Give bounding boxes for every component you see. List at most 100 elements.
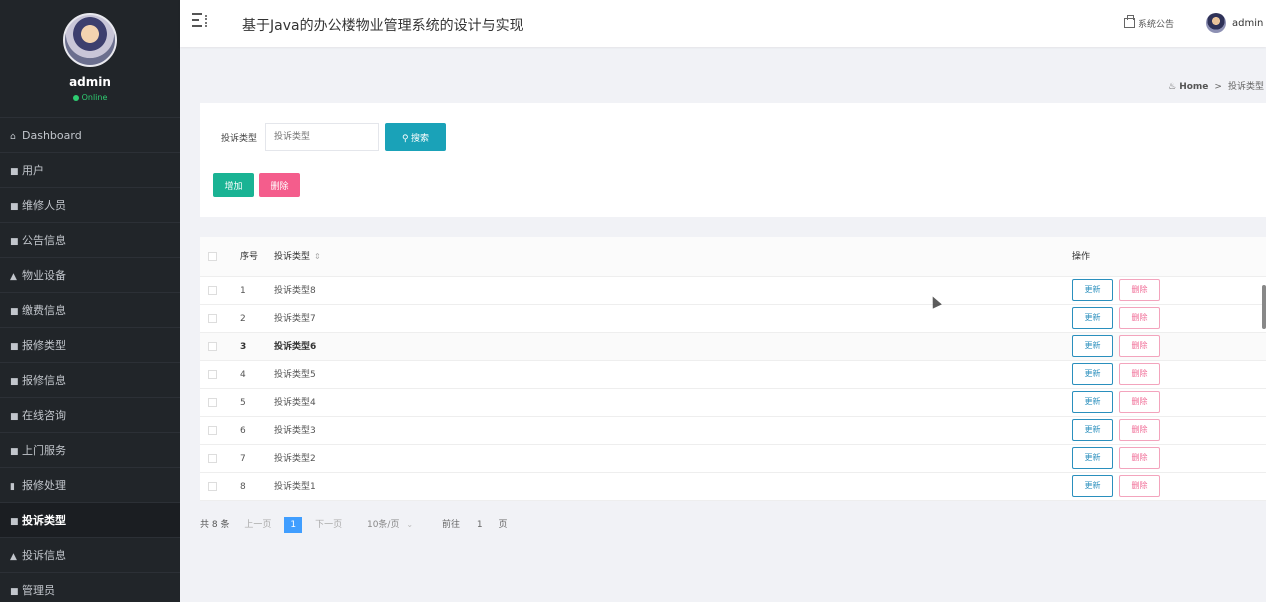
- row-name: 投诉类型3: [274, 426, 316, 436]
- system-notice-link[interactable]: 系统公告: [1124, 15, 1174, 30]
- sidebar-item-12[interactable]: ▲ 投诉信息: [0, 537, 180, 572]
- sidebar-item-1[interactable]: ■ 用户: [0, 152, 180, 187]
- sidebar-item-10[interactable]: ▮ 报修处理: [0, 467, 180, 502]
- table-row[interactable]: 1 投诉类型8 更新 删除: [200, 277, 1266, 305]
- table-row[interactable]: 4 投诉类型5 更新 删除: [200, 361, 1266, 389]
- sidebar-item-4[interactable]: ▲ 物业设备: [0, 257, 180, 292]
- table-row[interactable]: 5 投诉类型4 更新 删除: [200, 389, 1266, 417]
- row-checkbox[interactable]: [208, 341, 217, 351]
- update-button[interactable]: 更新: [1072, 391, 1113, 413]
- sidebar-item-label: 物业设备: [22, 269, 66, 282]
- sidebar-item-icon: ■: [10, 307, 19, 317]
- sidebar-item-icon: ■: [10, 237, 19, 247]
- update-button[interactable]: 更新: [1072, 307, 1113, 329]
- delete-button[interactable]: 删除: [1119, 447, 1160, 469]
- table-body: 1 投诉类型8 更新 删除 2 投诉类型7 更新 删除 3 投诉类型6 更新 删除 4 投诉类型5 更新 删除…: [200, 277, 1266, 501]
- top-header: 基于Java的办公楼物业管理系统的设计与实现 系统公告 admin: [180, 0, 1266, 47]
- row-name: 投诉类型7: [274, 314, 316, 324]
- select-all-checkbox[interactable]: [208, 251, 217, 261]
- delete-button[interactable]: 删除: [1119, 475, 1160, 497]
- search-label: 投诉类型: [221, 134, 258, 144]
- delete-button[interactable]: 删除: [1119, 363, 1160, 385]
- page-scrollbar[interactable]: [1262, 285, 1266, 329]
- table-row[interactable]: 7 投诉类型2 更新 删除: [200, 445, 1266, 473]
- sidebar-item-icon: ▮: [10, 482, 15, 492]
- sidebar-item-6[interactable]: ■ 报修类型: [0, 327, 180, 362]
- row-checkbox[interactable]: [208, 481, 217, 491]
- profile-username: admin: [69, 75, 111, 89]
- menu-toggle-icon[interactable]: [192, 13, 207, 31]
- sidebar-item-icon: ■: [10, 412, 19, 422]
- header-name[interactable]: 投诉类型 ⇕: [274, 237, 321, 277]
- chevron-down-icon[interactable]: ⌄: [406, 517, 413, 533]
- sidebar-item-11[interactable]: ■ 投诉类型: [0, 502, 180, 537]
- search-card: 投诉类型 ⚲ 搜索 增加 删除: [200, 103, 1266, 217]
- row-index: 1: [240, 286, 246, 296]
- row-checkbox[interactable]: [208, 369, 217, 379]
- sort-icon[interactable]: ⇕: [314, 252, 321, 261]
- delete-button[interactable]: 删除: [1119, 307, 1160, 329]
- sidebar-item-13[interactable]: ■ 管理员: [0, 572, 180, 602]
- table-row[interactable]: 3 投诉类型6 更新 删除: [200, 333, 1266, 361]
- row-index: 6: [240, 426, 246, 436]
- row-index: 3: [240, 342, 247, 352]
- sidebar-item-label: 投诉类型: [22, 514, 66, 527]
- row-checkbox[interactable]: [208, 285, 217, 295]
- row-name: 投诉类型8: [274, 286, 316, 296]
- delete-button[interactable]: 删除: [1119, 335, 1160, 357]
- sidebar-menu: ⌂ Dashboard ■ 用户 ■ 维修人员 ■ 公告信息 ▲ 物业设备 ■ 缴费信息 ■ 报修类型 ■ 报…: [0, 117, 180, 602]
- avatar[interactable]: [63, 13, 117, 67]
- table-row[interactable]: 8 投诉类型1 更新 删除: [200, 473, 1266, 501]
- sidebar-item-label: 报修类型: [22, 339, 66, 352]
- sidebar-item-2[interactable]: ■ 维修人员: [0, 187, 180, 222]
- sidebar-item-3[interactable]: ■ 公告信息: [0, 222, 180, 257]
- update-button[interactable]: 更新: [1072, 279, 1113, 301]
- batch-delete-button[interactable]: 删除: [259, 173, 300, 197]
- sidebar-item-8[interactable]: ■ 在线咨询: [0, 397, 180, 432]
- user-menu[interactable]: admin: [1206, 13, 1263, 33]
- update-button[interactable]: 更新: [1072, 335, 1113, 357]
- pagination-goto-input[interactable]: 1: [477, 517, 483, 533]
- row-checkbox[interactable]: [208, 425, 217, 435]
- add-button[interactable]: 增加: [213, 173, 254, 197]
- sidebar-item-icon: ▲: [10, 552, 17, 562]
- pagination-current-page[interactable]: 1: [284, 517, 303, 533]
- sidebar-item-icon: ▲: [10, 272, 17, 282]
- update-button[interactable]: 更新: [1072, 475, 1113, 497]
- sidebar-item-icon: ■: [10, 202, 19, 212]
- sidebar-item-icon: ■: [10, 167, 19, 177]
- update-button[interactable]: 更新: [1072, 419, 1113, 441]
- sidebar-item-label: 公告信息: [22, 234, 66, 247]
- sidebar-item-5[interactable]: ■ 缴费信息: [0, 292, 180, 327]
- row-checkbox[interactable]: [208, 453, 217, 463]
- sidebar-item-label: 用户: [22, 164, 44, 177]
- delete-button[interactable]: 删除: [1119, 279, 1160, 301]
- row-checkbox[interactable]: [208, 397, 217, 407]
- update-button[interactable]: 更新: [1072, 447, 1113, 469]
- sidebar-item-label: 维修人员: [22, 199, 66, 212]
- sidebar-item-label: 报修信息: [22, 374, 66, 387]
- sidebar-item-7[interactable]: ■ 报修信息: [0, 362, 180, 397]
- sidebar-item-label: 缴费信息: [22, 304, 66, 317]
- delete-button[interactable]: 删除: [1119, 391, 1160, 413]
- user-name: admin: [1232, 18, 1264, 29]
- pagination-next[interactable]: 下一页: [315, 517, 342, 533]
- pagination-goto-label: 前往: [441, 520, 460, 530]
- search-button[interactable]: ⚲ 搜索: [385, 123, 446, 151]
- breadcrumb-home[interactable]: ♨ Home: [1168, 82, 1208, 92]
- sidebar-item-9[interactable]: ■ 上门服务: [0, 432, 180, 467]
- row-index: 8: [240, 482, 246, 492]
- pagination-prev[interactable]: 上一页: [244, 517, 271, 533]
- page-size-select[interactable]: 10条/页: [367, 517, 400, 533]
- table-row[interactable]: 6 投诉类型3 更新 删除: [200, 417, 1266, 445]
- delete-button[interactable]: 删除: [1119, 419, 1160, 441]
- row-checkbox[interactable]: [208, 313, 217, 323]
- search-input[interactable]: [265, 123, 379, 151]
- sidebar-item-0[interactable]: ⌂ Dashboard: [0, 117, 180, 152]
- table-row[interactable]: 2 投诉类型7 更新 删除: [200, 305, 1266, 333]
- breadcrumb-current: 投诉类型: [1227, 82, 1264, 92]
- online-status-label: Online: [81, 93, 108, 102]
- update-button[interactable]: 更新: [1072, 363, 1113, 385]
- row-name: 投诉类型6: [274, 342, 317, 352]
- notice-icon: [1124, 15, 1135, 28]
